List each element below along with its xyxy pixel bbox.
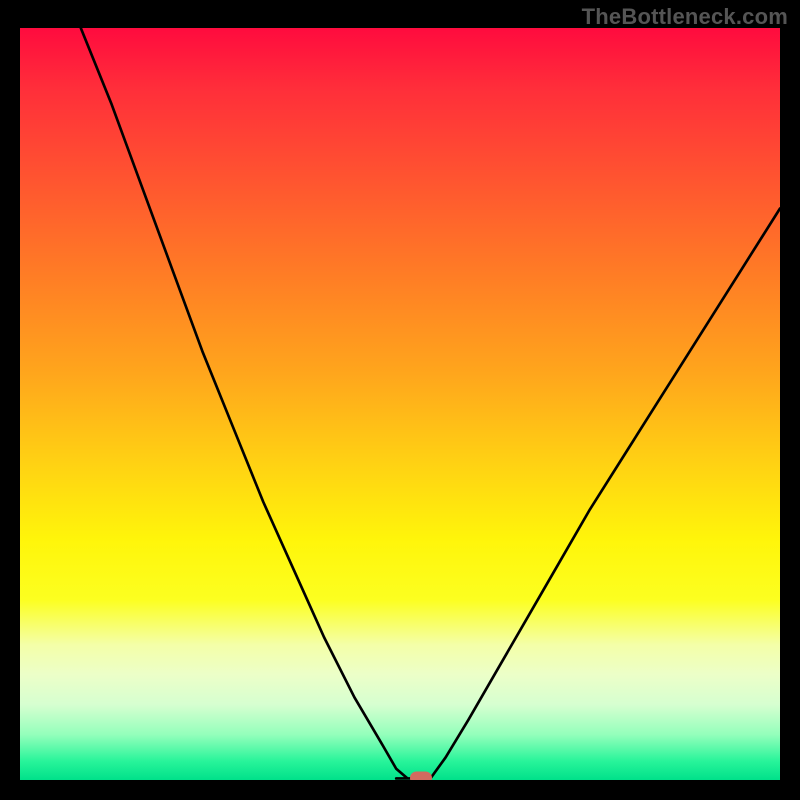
- chart-frame: TheBottleneck.com: [0, 0, 800, 800]
- plot-area: [20, 28, 780, 780]
- curve-path: [81, 28, 780, 778]
- watermark-text: TheBottleneck.com: [582, 4, 788, 30]
- curve-svg: [20, 28, 780, 780]
- optimum-marker: [410, 772, 432, 780]
